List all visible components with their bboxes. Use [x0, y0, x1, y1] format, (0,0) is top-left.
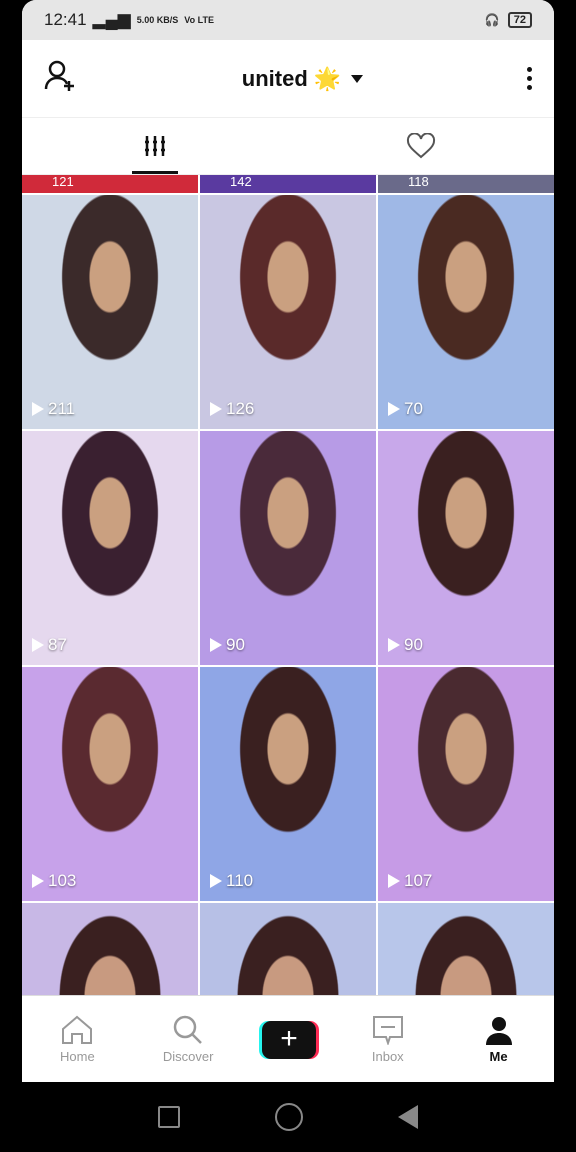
video-thumbnail[interactable]: 126	[200, 195, 376, 429]
video-thumbnail-partial[interactable]	[378, 903, 554, 995]
nav-home[interactable]: Home	[37, 1015, 117, 1064]
view-count: 121	[52, 175, 74, 189]
account-switcher[interactable]: united 🌟	[241, 65, 364, 92]
nav-home-label: Home	[60, 1049, 95, 1064]
signal-icon: ▂▄▆	[92, 10, 131, 29]
play-icon	[32, 402, 44, 416]
view-count: 126	[210, 399, 254, 419]
chevron-down-icon	[351, 74, 364, 83]
net-speed: 5.00 KB/S	[136, 14, 179, 25]
play-icon	[388, 402, 400, 416]
recents-icon[interactable]	[157, 1106, 180, 1128]
nav-inbox[interactable]: Inbox	[348, 1015, 428, 1064]
star-emoji: 🌟	[313, 65, 342, 91]
video-thumbnail-partial[interactable]: 121	[22, 175, 198, 193]
video-thumbnail-partial[interactable]: 142	[200, 175, 376, 193]
video-thumbnail[interactable]: 211	[22, 195, 198, 429]
nav-discover-label: Discover	[162, 1049, 214, 1064]
video-thumbnail-partial[interactable]	[200, 903, 376, 995]
nav-discover[interactable]: Discover	[148, 1015, 228, 1064]
play-icon	[32, 874, 44, 888]
play-icon	[32, 638, 44, 652]
system-nav-bar	[0, 1082, 576, 1152]
view-count: 103	[32, 871, 76, 891]
view-count-value: 211	[48, 399, 76, 418]
network-type: Vo LTE	[184, 14, 214, 25]
more-icon[interactable]	[527, 67, 532, 90]
video-thumbnail[interactable]: 107	[378, 667, 554, 901]
video-thumbnail[interactable]: 70	[378, 195, 554, 429]
play-icon	[388, 874, 400, 888]
view-count-value: 87	[48, 635, 67, 654]
profile-tabs	[22, 118, 554, 175]
view-count: 211	[32, 399, 75, 419]
grid-icon	[145, 136, 165, 156]
video-thumbnail[interactable]: 90	[378, 431, 554, 665]
headphones-icon: 🎧	[484, 13, 500, 27]
play-icon	[210, 402, 222, 416]
page-title: united	[241, 65, 308, 91]
view-count: 110	[210, 871, 253, 891]
view-count-value: 126	[226, 399, 255, 418]
nav-inbox-label: Inbox	[371, 1049, 404, 1064]
heart-icon	[406, 133, 436, 159]
view-count: 87	[32, 635, 67, 655]
video-thumbnail-partial[interactable]	[22, 903, 198, 995]
view-count: 90	[210, 635, 245, 655]
view-count: 90	[388, 635, 423, 655]
video-thumbnail-partial[interactable]: 118	[378, 175, 554, 193]
video-thumbnail[interactable]: 103	[22, 667, 198, 901]
view-count-value: 90	[404, 635, 423, 654]
view-count-value: 90	[226, 635, 245, 654]
view-count-value: 70	[404, 399, 423, 418]
view-count-value: 107	[404, 871, 433, 890]
view-count: 70	[388, 399, 423, 419]
play-icon	[210, 638, 222, 652]
play-icon	[210, 874, 222, 888]
view-count-value: 110	[226, 871, 254, 890]
tab-videos[interactable]	[22, 118, 288, 174]
nav-me[interactable]: Me	[459, 1015, 539, 1064]
home-circle-icon[interactable]	[274, 1103, 303, 1131]
status-time: 12:41	[44, 10, 87, 29]
inbox-icon	[372, 1016, 403, 1045]
add-user-icon[interactable]	[44, 59, 78, 98]
video-thumbnail[interactable]: 110	[200, 667, 376, 901]
nav-me-label: Me	[489, 1049, 508, 1064]
status-bar: 12:41 ▂▄▆ 5.00 KB/S Vo LTE 🎧 72	[22, 0, 554, 40]
battery-indicator: 72	[507, 12, 532, 28]
view-count: 142	[230, 175, 252, 189]
video-thumbnail[interactable]: 90	[200, 431, 376, 665]
app-screen: 12:41 ▂▄▆ 5.00 KB/S Vo LTE 🎧 72 united 🌟…	[22, 0, 554, 1082]
view-count-value: 103	[48, 871, 77, 890]
view-count: 107	[388, 871, 432, 891]
view-count: 118	[408, 175, 429, 189]
tab-liked[interactable]	[288, 118, 554, 174]
profile-icon	[485, 1017, 512, 1045]
back-icon[interactable]	[398, 1105, 419, 1129]
profile-header: united 🌟	[22, 40, 554, 118]
plus-icon: +	[261, 1020, 316, 1059]
video-thumbnail[interactable]: 87	[22, 431, 198, 665]
video-grid: 121 142 118 211 126 70 87 90 90 103 110 107	[22, 175, 554, 995]
home-icon	[62, 1015, 93, 1044]
create-video-button[interactable]: +	[258, 1020, 319, 1059]
search-icon	[173, 1015, 203, 1044]
play-icon	[388, 638, 400, 652]
bottom-nav: Home Discover + Inbox Me	[22, 995, 554, 1082]
